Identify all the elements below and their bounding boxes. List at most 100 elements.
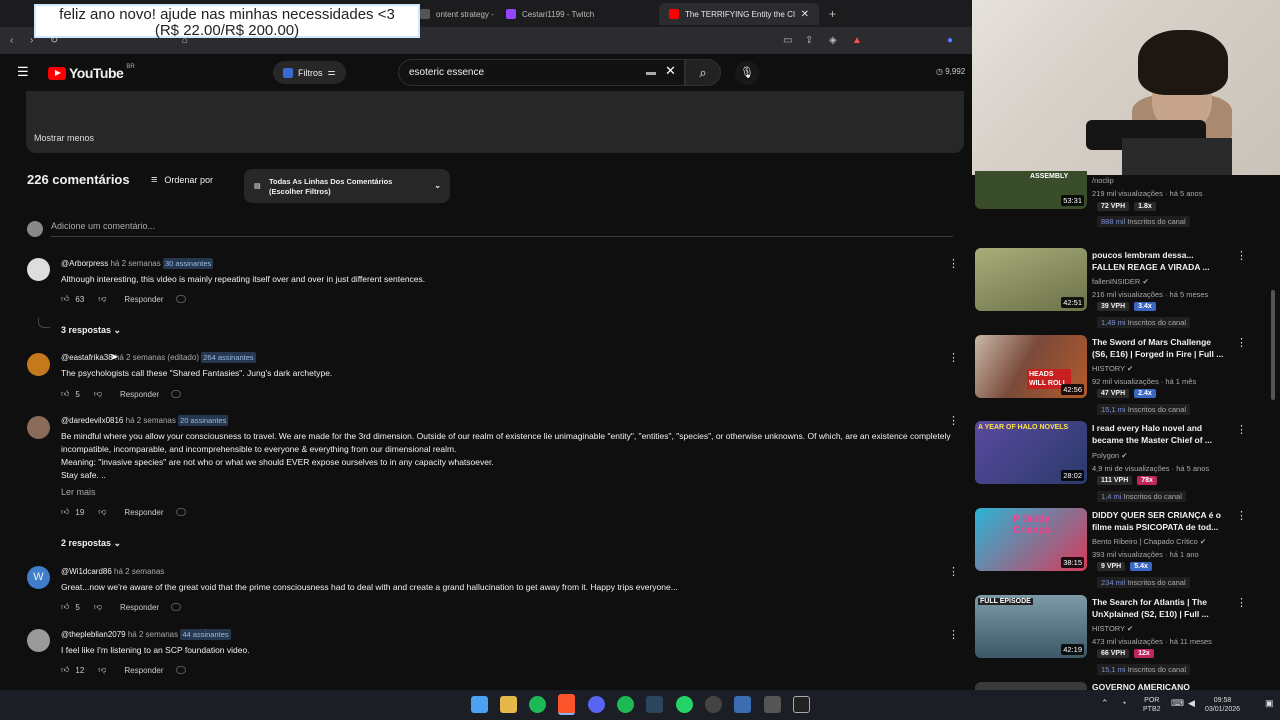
reply-button[interactable]: Responder xyxy=(124,666,163,675)
reply-button[interactable]: Responder xyxy=(124,295,163,304)
comment-author[interactable]: @Wi1dcard86 xyxy=(61,567,112,576)
like-icon[interactable]: 👍︎ xyxy=(61,602,69,612)
comment-filter-dropdown[interactable]: ▤ Todas As Linhas Dos Comentários (Escol… xyxy=(244,169,450,203)
whatsapp-icon[interactable] xyxy=(676,696,693,713)
video-title[interactable]: The Search for Atlantis | The UnXplained… xyxy=(1092,597,1228,620)
screen-icon[interactable]: ▭ xyxy=(783,35,792,47)
video-menu-icon[interactable]: ⋮ xyxy=(1236,336,1247,349)
video-thumbnail[interactable]: ASSEMBLY 53:31 xyxy=(975,171,1087,209)
spotify-icon[interactable] xyxy=(529,696,546,713)
sort-button[interactable]: ≡ Ordenar por xyxy=(151,174,213,186)
clock[interactable]: 09:58 03/01/2026 xyxy=(1205,696,1240,714)
video-thumbnail[interactable]: P Diddy Criança 38:15 xyxy=(975,508,1087,571)
comment-author[interactable]: @daredevilx0816 xyxy=(61,416,123,425)
video-channel[interactable]: /noclip xyxy=(1092,176,1114,185)
obs-icon[interactable] xyxy=(705,696,722,713)
add-comment-input[interactable]: Adicione um comentário... xyxy=(51,221,155,231)
file-explorer-icon[interactable] xyxy=(500,696,517,713)
video-thumbnail[interactable] xyxy=(975,682,1087,690)
extension-pill-icon[interactable] xyxy=(175,666,186,674)
like-icon[interactable]: 👍︎ xyxy=(61,507,69,517)
like-icon[interactable]: 👍︎ xyxy=(61,294,69,304)
avatar[interactable] xyxy=(27,416,50,439)
video-title[interactable]: GOVERNO AMERICANO xyxy=(1092,682,1228,690)
video-thumbnail[interactable]: 42:51 xyxy=(975,248,1087,311)
network-icon[interactable]: ⌨ xyxy=(1171,699,1184,708)
filters-button[interactable]: Filtros ⚌ xyxy=(273,61,346,84)
dislike-icon[interactable]: 👎︎ xyxy=(98,507,106,517)
discord-icon[interactable] xyxy=(588,696,605,713)
extension-pill-icon[interactable] xyxy=(171,390,182,398)
video-channel[interactable]: Bento Ribeiro | Chapado Crítico ✔ xyxy=(1092,537,1206,546)
steam-icon[interactable] xyxy=(646,696,663,713)
search-input[interactable]: esoteric essence xyxy=(398,59,685,86)
share-icon[interactable]: ⇪ xyxy=(805,35,813,47)
like-icon[interactable]: 👍︎ xyxy=(61,665,69,675)
video-title[interactable]: I read every Halo novel and became the M… xyxy=(1092,423,1228,446)
video-menu-icon[interactable]: ⋮ xyxy=(1236,596,1247,609)
extension-pill-icon[interactable] xyxy=(171,603,182,611)
comment-menu-icon[interactable]: ⋮ xyxy=(948,565,959,578)
brave-shield-icon[interactable]: ◈ xyxy=(829,35,837,47)
avatar[interactable]: W xyxy=(27,566,50,589)
comment-menu-icon[interactable]: ⋮ xyxy=(948,257,959,270)
comment-author[interactable]: @Arborpress xyxy=(61,259,108,268)
video-thumbnail[interactable]: A YEAR OF HALO NOVELS 28:02 xyxy=(975,421,1087,484)
replies-toggle[interactable]: 2 respostas ⌄ xyxy=(61,538,121,549)
video-title[interactable]: The Sword of Mars Challenge (S6, E16) | … xyxy=(1092,337,1228,360)
keyboard-icon[interactable]: ▬ xyxy=(646,67,656,79)
reply-button[interactable]: Responder xyxy=(120,390,159,399)
notepad-icon[interactable] xyxy=(734,696,751,713)
language-indicator[interactable]: POR PTB2 xyxy=(1143,696,1161,714)
video-thumbnail[interactable]: HEADS WILL ROLL 42:56 xyxy=(975,335,1087,398)
dislike-icon[interactable]: 👎︎ xyxy=(94,602,102,612)
video-channel[interactable]: HISTORY ✔ xyxy=(1092,624,1133,633)
search-button[interactable]: ⌕ xyxy=(685,59,721,86)
video-channel[interactable]: fallenINSIDER ✔ xyxy=(1092,277,1149,286)
comment-menu-icon[interactable]: ⋮ xyxy=(948,628,959,641)
brave-rewards-icon[interactable]: ▲ xyxy=(852,35,862,47)
start-icon[interactable] xyxy=(471,696,488,713)
video-thumbnail[interactable]: FULL EPISODE 42:19 xyxy=(975,595,1087,658)
volume-icon[interactable]: ◀ xyxy=(1188,699,1195,708)
read-more-link[interactable]: Ler mais xyxy=(61,487,96,497)
terminal-icon[interactable] xyxy=(793,696,810,713)
notification-icon[interactable]: ▣ xyxy=(1265,699,1274,708)
like-icon[interactable]: 👍︎ xyxy=(61,389,69,399)
menu-icon[interactable]: ☰ xyxy=(17,65,29,78)
back-icon[interactable]: ‹ xyxy=(10,35,13,47)
show-less-button[interactable]: Mostrar menos xyxy=(34,133,94,143)
calculator-icon[interactable] xyxy=(764,696,781,713)
reply-button[interactable]: Responder xyxy=(124,508,163,517)
clear-search-icon[interactable]: ✕ xyxy=(665,64,676,77)
reply-button[interactable]: Responder xyxy=(120,603,159,612)
scrollbar[interactable] xyxy=(1271,290,1275,400)
forward-icon[interactable]: › xyxy=(30,35,33,47)
replies-toggle[interactable]: 3 respostas ⌄ xyxy=(61,325,121,336)
tray-app-icon[interactable]: ◔ xyxy=(1121,699,1126,708)
video-menu-icon[interactable]: ⋮ xyxy=(1236,509,1247,522)
new-tab-button[interactable]: + xyxy=(829,8,836,20)
avatar[interactable] xyxy=(27,353,50,376)
avatar[interactable] xyxy=(27,258,50,281)
comment-author[interactable]: @eastafrika38 xyxy=(61,353,113,362)
video-channel[interactable]: Polygon ✔ xyxy=(1092,451,1128,460)
video-title[interactable]: DIDDY QUER SER CRIANÇA é o filme mais PS… xyxy=(1092,510,1228,533)
tray-chevron-icon[interactable]: ⌃ xyxy=(1101,699,1109,708)
close-tab-icon[interactable]: ✕ xyxy=(801,9,809,20)
comment-author[interactable]: @thepleblian2079 xyxy=(61,630,126,639)
video-channel[interactable]: HISTORY ✔ xyxy=(1092,364,1133,373)
youtube-logo[interactable]: YouTube BR xyxy=(48,64,135,81)
voice-search-button[interactable]: 🎙 xyxy=(735,61,759,85)
dislike-icon[interactable]: 👎︎ xyxy=(94,389,102,399)
extension-pill-icon[interactable] xyxy=(175,508,186,516)
dislike-icon[interactable]: 👎︎ xyxy=(98,294,106,304)
video-menu-icon[interactable]: ⋮ xyxy=(1236,249,1247,262)
video-title[interactable]: poucos lembram dessa... FALLEN REAGE A V… xyxy=(1092,250,1228,273)
dislike-icon[interactable]: 👎︎ xyxy=(98,665,106,675)
extension-icon[interactable]: ● xyxy=(947,35,953,47)
extension-pill-icon[interactable] xyxy=(175,295,186,303)
comment-menu-icon[interactable]: ⋮ xyxy=(948,351,959,364)
brave-browser-icon[interactable] xyxy=(558,694,575,715)
comment-menu-icon[interactable]: ⋮ xyxy=(948,414,959,427)
